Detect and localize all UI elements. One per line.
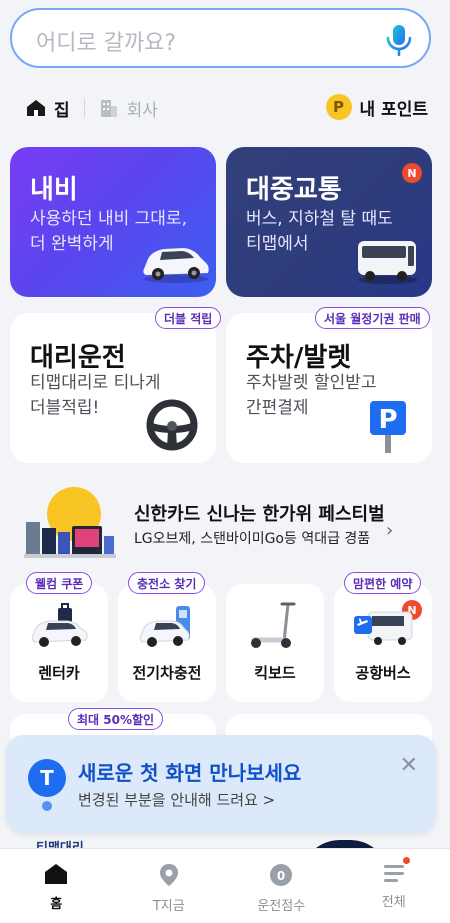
parking-valet-card[interactable]: 주차/발렛 주차발렛 할인받고 간편결제 P: [226, 313, 432, 463]
nav-all[interactable]: 전체: [338, 849, 450, 923]
points-label: 내 포인트: [359, 99, 428, 120]
favorite-places: 집 회사: [26, 94, 158, 122]
toast-title: 새로운 첫 화면 만나보세요: [78, 761, 302, 785]
place-work-label: 회사: [126, 100, 158, 121]
nav-driving-score-label: 운전점수: [257, 899, 306, 914]
banner-title: 신한카드 신나는 한가위 페스티벌: [134, 504, 385, 525]
score-value: 0: [277, 869, 285, 883]
place-work[interactable]: 회사: [99, 96, 158, 121]
nav-home-label: 홈: [50, 897, 63, 912]
bus-icon: [358, 241, 418, 284]
parking-desc: 주차발렛 할인받고 간편결제: [246, 373, 377, 418]
home-icon: [27, 100, 45, 116]
nav-all-label: 전체: [381, 895, 406, 910]
nav-t-now-label: T지금: [152, 899, 185, 914]
tile-ev-charging-label: 전기차충전: [132, 664, 202, 682]
seoul-monthly-pass-tag: 서울 월정기권 판매: [315, 307, 430, 329]
find-charger-tag: 충전소 찾기: [128, 572, 206, 594]
new-badge: N: [402, 163, 422, 183]
place-home-label: 집: [54, 100, 70, 121]
transit-card[interactable]: 대중교통 버스, 지하철 탈 때도 티맵에서 N: [226, 147, 432, 297]
navi-title: 내비: [30, 175, 78, 205]
double-points-tag: 더블 적립: [155, 307, 222, 329]
transit-title: 대중교통: [246, 175, 342, 205]
max-discount-tag: 최대 50%할인: [68, 708, 164, 730]
nav-home[interactable]: 홈: [0, 849, 113, 923]
divider: [83, 99, 85, 117]
kickboard-icon: [251, 602, 296, 648]
tile-kickboard[interactable]: 킥보드: [226, 584, 324, 702]
rental-car-icon: [31, 603, 88, 647]
nav-t-now[interactable]: T지금: [113, 849, 226, 923]
banner-subtitle: LG오브제, 스탠바이미Go등 역대급 경품: [134, 531, 371, 547]
navi-card[interactable]: 내비 사용하던 내비 그대로, 더 완벽하게: [10, 147, 216, 297]
nav-driving-score[interactable]: 0 운전점수: [225, 849, 338, 923]
svg-text:P: P: [378, 405, 397, 435]
location-pin-icon: [159, 864, 178, 886]
designated-driver-card[interactable]: 대리운전 티맵대리로 티나게 더블적립!: [10, 313, 216, 463]
parking-sign-icon: P: [370, 401, 406, 453]
easy-reservation-tag: 맘편한 예약: [344, 572, 422, 594]
place-home[interactable]: 집: [26, 96, 70, 121]
tile-rental-car[interactable]: 렌터카: [10, 584, 108, 702]
driver-desc: 티맵대리로 티나게 더블적립!: [30, 373, 161, 418]
welcome-coupon-tag: 웰컴 쿠폰: [26, 572, 93, 594]
steering-wheel-icon: [146, 399, 198, 451]
tile-ev-charging[interactable]: 전기차충전: [118, 584, 216, 702]
bottom-nav: 홈 T지금 0 운전점수 전체: [0, 848, 450, 923]
coin-icon: P: [325, 94, 352, 120]
menu-icon: [383, 865, 404, 882]
new-home-toast[interactable]: T 새로운 첫 화면 만나보세요 변경된 부분을 안내해 드려요 > ✕: [6, 735, 436, 833]
score-gauge-icon: 0: [270, 864, 293, 886]
car-icon: [143, 248, 209, 283]
chevron-right-icon: ›: [386, 520, 394, 541]
logo-shadow: [42, 801, 52, 811]
my-points[interactable]: P 내 포인트: [325, 94, 428, 120]
tmap-logo-icon: T: [28, 759, 66, 797]
close-icon[interactable]: ✕: [400, 753, 418, 778]
driver-title: 대리운전: [30, 343, 126, 373]
tile-kickboard-label: 킥보드: [254, 664, 296, 682]
tile-airport-bus[interactable]: N 공항버스: [334, 584, 432, 702]
building-icon: [100, 100, 117, 117]
tile-airport-bus-label: 공항버스: [355, 664, 411, 682]
promo-illustration: [24, 487, 116, 558]
notification-dot: [402, 857, 410, 864]
ev-charging-icon: [139, 606, 190, 647]
search-placeholder: 어디로 갈까요?: [36, 31, 177, 56]
toast-subtitle[interactable]: 변경된 부분을 안내해 드려요 >: [78, 789, 275, 810]
search-bar[interactable]: 어디로 갈까요?: [10, 8, 431, 68]
home-icon: [45, 864, 68, 884]
promo-banner[interactable]: 신한카드 신나는 한가위 페스티벌 LG오브제, 스탠바이미Go등 역대급 경품…: [0, 480, 450, 560]
airport-bus-icon: [354, 611, 413, 645]
parking-title: 주차/발렛: [246, 343, 352, 373]
mic-icon[interactable]: [385, 24, 413, 56]
tile-rental-car-label: 렌터카: [38, 664, 80, 682]
